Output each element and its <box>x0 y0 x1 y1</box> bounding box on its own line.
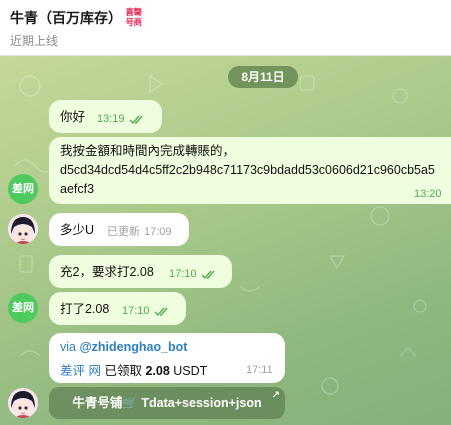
message-line-2: d5cd34dcd54d4c5ff2c2b948c71173c9bdadd53c… <box>60 163 435 177</box>
avatar-chaping[interactable]: 差网 <box>8 293 38 323</box>
claim-text: 已领取 <box>100 364 146 378</box>
avatar-niuqing[interactable] <box>8 214 38 244</box>
message-bubble[interactable]: 多少U 已更新 17:09 <box>49 213 189 246</box>
chat-status: 近期上线 <box>10 34 59 48</box>
message-time: 17:09 <box>144 226 172 238</box>
chat-header[interactable]: 牛青（百万库存） 喜聲 号商 近期上线 <box>0 0 451 56</box>
message-text: 充2，要求打2.08 <box>60 265 154 279</box>
date-separator: 8月11日 <box>228 66 298 88</box>
message-bubble[interactable]: 我按金額和時間內完成轉賬的， d5cd34dcd54d4c5ff2c2b948c… <box>49 137 451 204</box>
avatar-chaping[interactable]: 差网 <box>8 174 38 204</box>
claim-unit: USDT <box>169 364 208 378</box>
message-bubble[interactable]: 你好 13:19 <box>49 100 162 133</box>
message-time: 17:10 <box>169 268 197 280</box>
double-check-icon <box>201 270 218 280</box>
mention-link[interactable]: 差评 网 <box>60 364 101 378</box>
message-line-3: aefcf3 <box>60 182 95 196</box>
badge-line-1: 喜聲 <box>125 7 142 17</box>
bot-message-text: 差评 网 已领取 2.08 USDT <box>60 360 207 379</box>
double-check-icon <box>129 115 146 125</box>
bot-message-bubble[interactable]: via @zhidenghao_bot 差评 网 已领取 2.08 USDT 1… <box>49 333 285 383</box>
message-line-1: 我按金額和時間內完成轉賬的， <box>60 144 236 158</box>
message-bubble[interactable]: 打了2.08 17:10 <box>49 292 186 325</box>
via-prefix: via <box>60 340 80 354</box>
message-meta: 17:11 <box>246 364 273 376</box>
message-text: 我按金額和時間內完成轉賬的， d5cd34dcd54d4c5ff2c2b948c… <box>60 142 435 199</box>
message-time: 13:20 <box>414 188 442 200</box>
chat-title: 牛青（百万库存） <box>10 10 122 26</box>
message-text: 多少U <box>60 223 95 237</box>
message-time: 17:10 <box>122 305 150 317</box>
message-meta: 17:10 <box>122 302 171 321</box>
badge-line-2: 号商 <box>125 17 142 27</box>
anime-avatar-icon <box>8 388 38 418</box>
avatar-niuqing[interactable] <box>8 388 38 418</box>
scam-badge: 喜聲 号商 <box>121 7 146 28</box>
message-time: 13:19 <box>97 113 125 125</box>
claim-amount: 2.08 <box>145 364 170 378</box>
message-text: 你好 <box>60 110 86 124</box>
message-time: 17:11 <box>246 364 273 376</box>
double-check-icon <box>154 307 171 317</box>
message-meta: 13:19 <box>97 110 146 129</box>
external-link-icon: ↗ <box>271 390 280 401</box>
via-bot-link[interactable]: @zhidenghao_bot <box>79 340 187 354</box>
message-list[interactable]: 8月11日 你好 13:19 我按金額和時間內完成轉賬的， d5cd34dcd5… <box>0 56 451 425</box>
anime-avatar-icon <box>8 214 38 244</box>
edited-label: 已更新 <box>107 226 140 238</box>
via-bot-label: via @zhidenghao_bot <box>60 340 187 354</box>
message-meta: 已更新 17:09 <box>107 223 172 242</box>
inline-button-label: 牛青号铺🛒 Tdata+session+json <box>72 396 262 410</box>
message-bubble[interactable]: 充2，要求打2.08 17:10 <box>49 255 232 288</box>
inline-shop-button[interactable]: 牛青号铺🛒 Tdata+session+json ↗ <box>49 387 285 419</box>
message-text: 打了2.08 <box>60 302 110 316</box>
message-meta: 17:10 <box>169 265 218 284</box>
message-meta: 13:20 <box>414 185 442 204</box>
